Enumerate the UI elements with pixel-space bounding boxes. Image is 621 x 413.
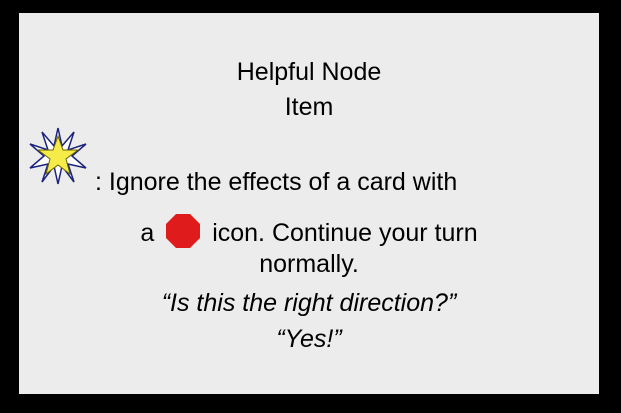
ability-text-line-2: a icon. Continue your turn (19, 213, 599, 249)
ability-text-line-1: : Ignore the effects of a card with (95, 168, 458, 196)
ability-text-line-2-end: icon. Continue your turn (212, 219, 478, 247)
card-face: Helpful Node Item : Ignore the effects o… (19, 13, 599, 394)
stop-octagon-icon (166, 214, 201, 248)
ability-text-line-3: normally. (259, 250, 359, 278)
card-frame: Helpful Node Item : Ignore the effects o… (0, 0, 621, 413)
ability-text-line-2-start: a (140, 219, 155, 247)
flavor-text-line-2: “Yes!” (276, 325, 342, 353)
star-icon (29, 127, 87, 185)
card-type: Item (284, 93, 334, 121)
card-title: Helpful Node (236, 58, 382, 86)
flavor-text-line-1: “Is this the right direction?” (161, 289, 457, 317)
